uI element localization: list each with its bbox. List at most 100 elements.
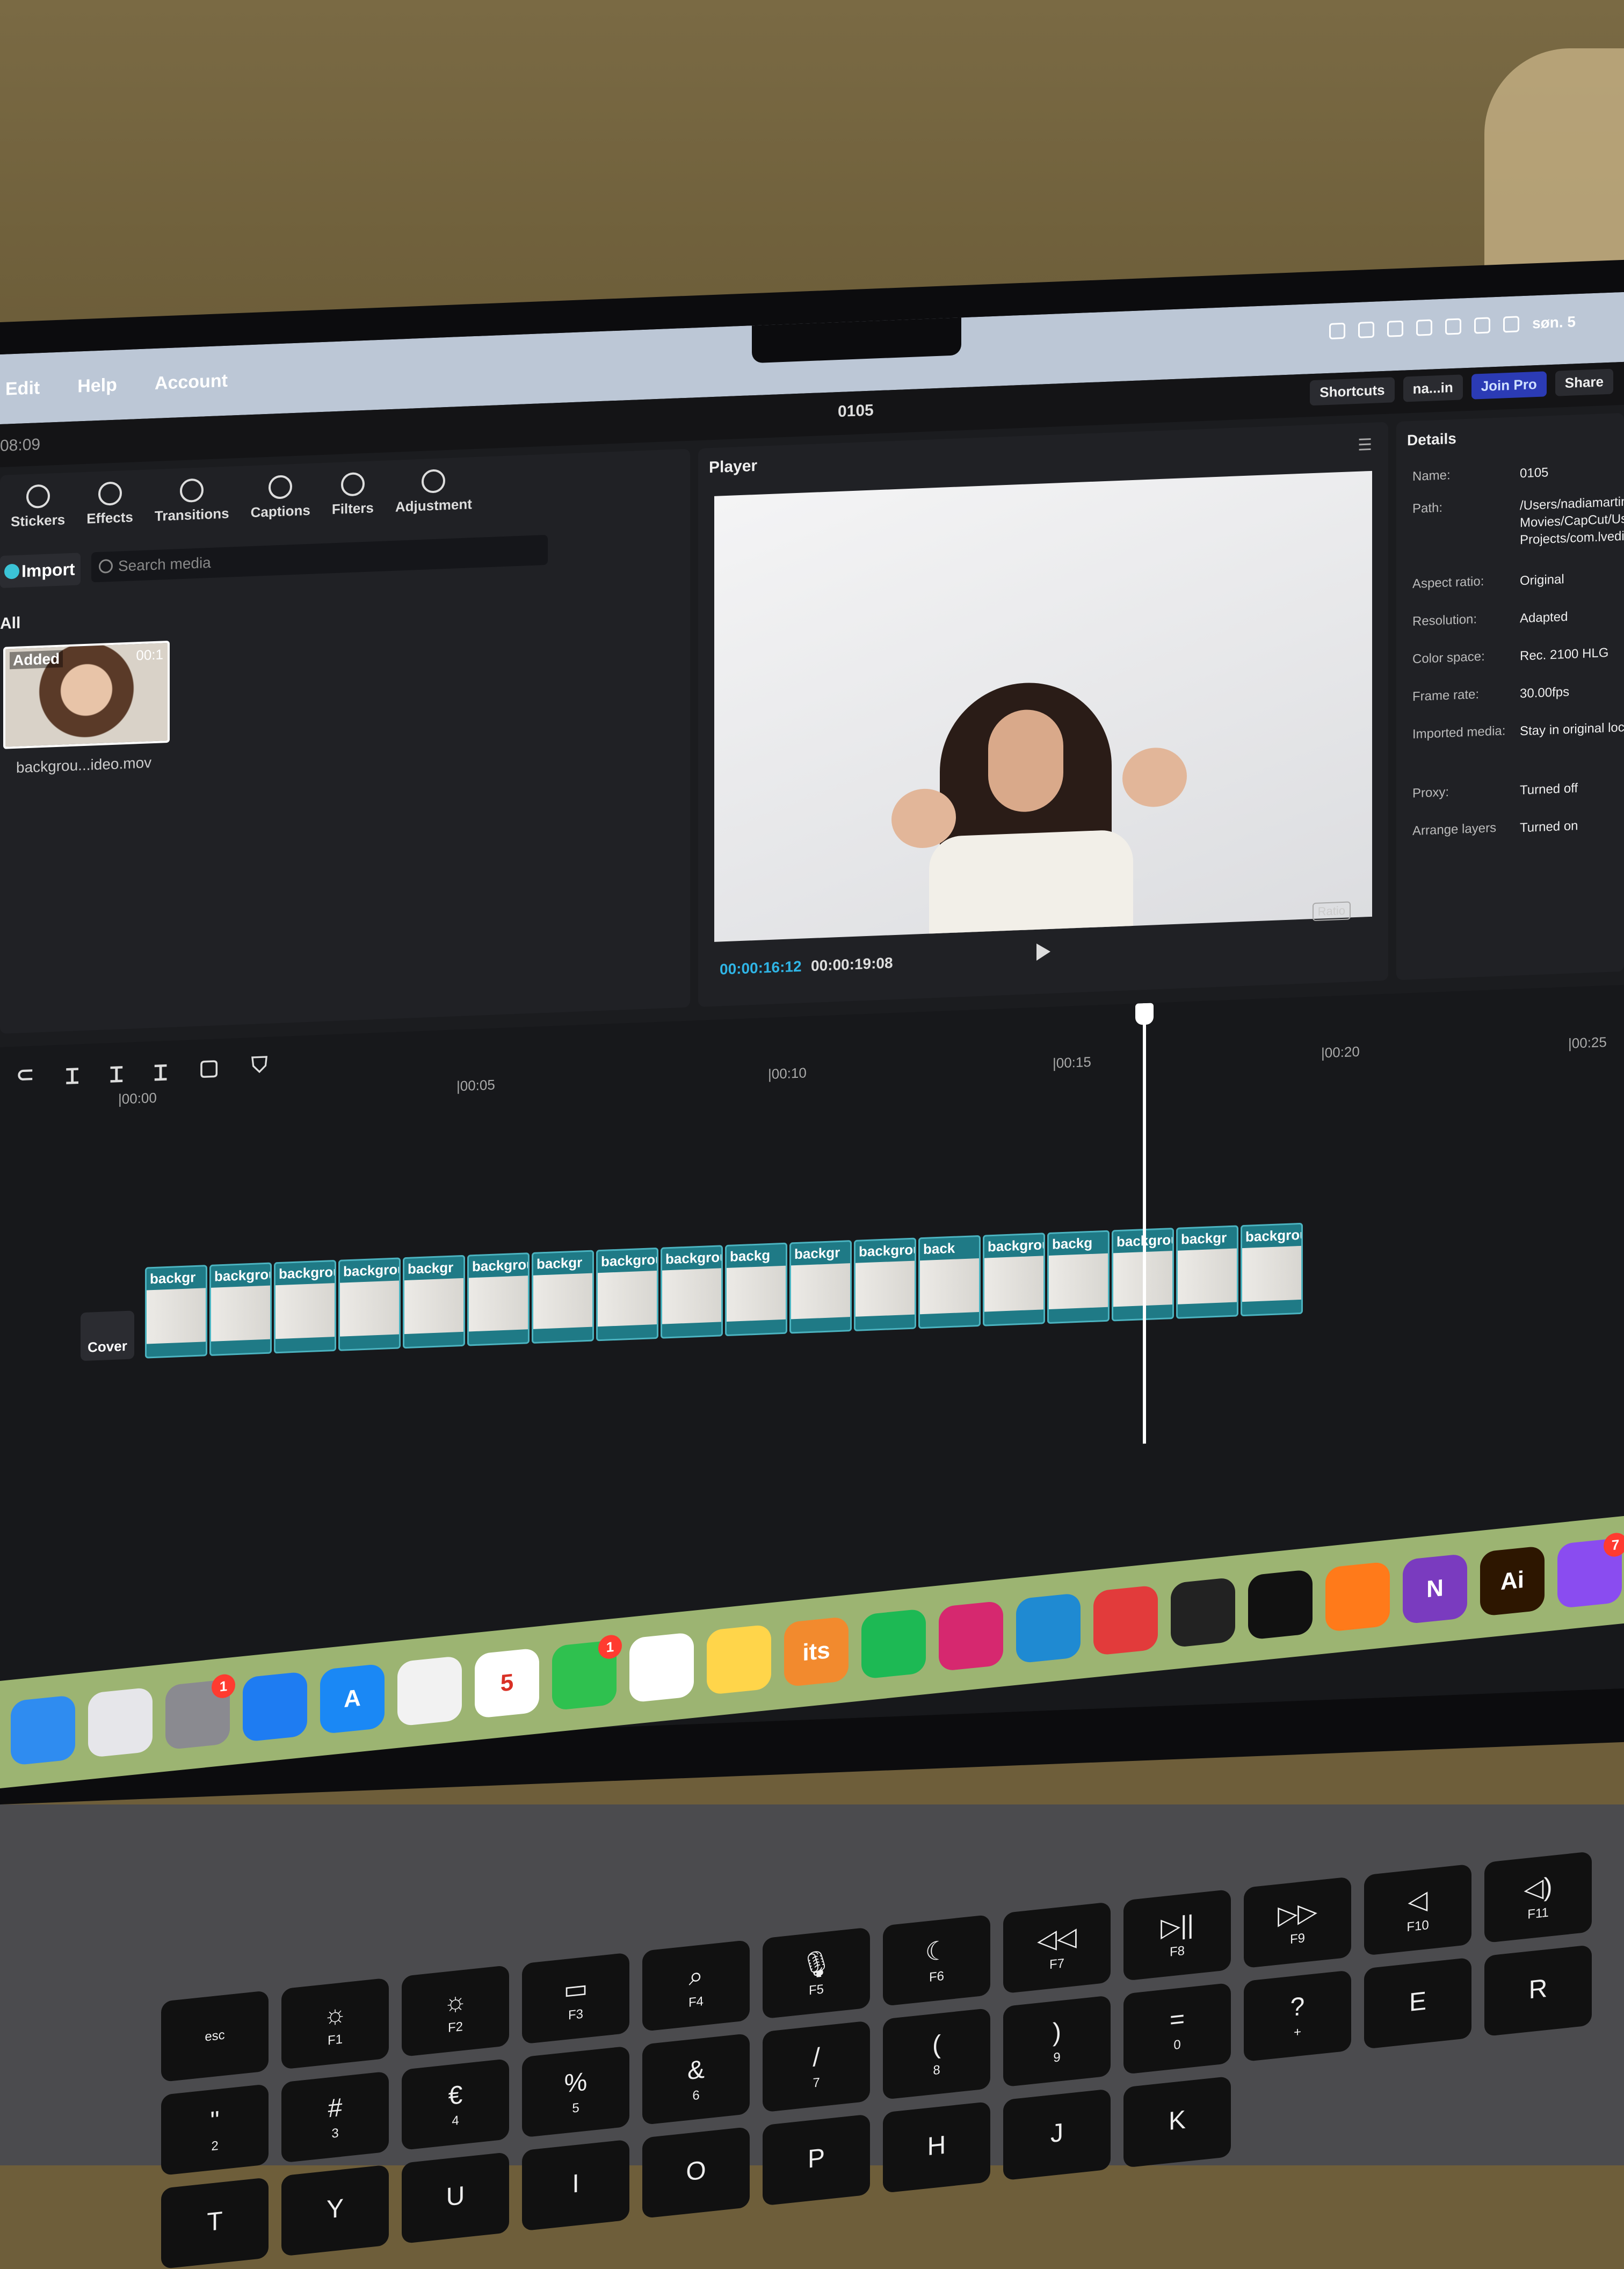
user-menu[interactable]: na...in — [1403, 374, 1463, 402]
tool-filters[interactable]: Filters — [332, 472, 374, 518]
keyboard-key[interactable]: ☼ F2 — [402, 1965, 509, 2057]
status-icon-2[interactable] — [1358, 321, 1375, 338]
keyboard-key[interactable]: ◁ F10 — [1364, 1864, 1471, 1956]
timeline-clip[interactable]: backgr — [789, 1240, 852, 1334]
keyboard-key[interactable]: ? + — [1244, 1970, 1351, 2062]
dock-app-onenote[interactable]: N — [1403, 1553, 1467, 1625]
keyboard-key[interactable]: I — [522, 2139, 629, 2231]
status-icon-3[interactable] — [1387, 320, 1404, 337]
undo-icon[interactable]: ⊂ — [16, 1062, 34, 1092]
control-center-icon[interactable] — [1503, 316, 1520, 333]
detail-value[interactable]: Turned on — [1520, 814, 1624, 837]
keyboard-key[interactable]: E — [1364, 1957, 1471, 2049]
split-left-icon[interactable]: Ɪ — [111, 1059, 122, 1089]
tool-stickers[interactable]: Stickers — [11, 483, 65, 530]
cover-button[interactable]: Cover — [81, 1310, 134, 1361]
keyboard-key[interactable]: ) 9 — [1003, 1995, 1111, 2087]
menu-help[interactable]: Help — [77, 374, 117, 397]
dock-app-app-store[interactable]: A — [320, 1663, 385, 1735]
keyboard-key[interactable]: P — [763, 2114, 870, 2206]
keyboard-key[interactable]: ▷|| F8 — [1123, 1889, 1231, 1981]
keyboard-key[interactable]: #3 — [281, 2071, 389, 2163]
dock-app-finder[interactable] — [11, 1694, 75, 1766]
dock-app-instagram[interactable] — [939, 1600, 1003, 1672]
timeline-clip[interactable]: backg — [1047, 1230, 1110, 1324]
timeline-clip[interactable]: backgroun — [209, 1262, 272, 1357]
timeline-clip[interactable]: backgr — [532, 1250, 594, 1344]
battery-icon[interactable] — [1416, 319, 1433, 336]
split-right-icon[interactable]: Ɪ — [155, 1057, 166, 1087]
dock-app-reminders[interactable] — [629, 1632, 694, 1703]
video-preview[interactable] — [714, 470, 1372, 942]
keyboard-key[interactable]: €4 — [402, 2058, 509, 2151]
dock-app-calendar[interactable]: 5 — [475, 1648, 539, 1719]
keyboard-key[interactable]: K — [1123, 2076, 1231, 2168]
keyboard-key[interactable]: ▷▷ F9 — [1244, 1876, 1351, 1969]
join-pro-button[interactable]: Join Pro — [1471, 371, 1547, 400]
keyboard-key[interactable]: ▭ F3 — [522, 1952, 629, 2045]
timeline-clip[interactable]: backgr — [1176, 1225, 1238, 1319]
timeline-clip[interactable]: background — [661, 1245, 723, 1339]
clock[interactable]: søn. 5 — [1532, 313, 1576, 332]
keyboard-key[interactable]: (8 — [883, 2007, 990, 2100]
tool-transitions[interactable]: Transitions — [155, 477, 229, 525]
timeline-clip[interactable]: backgroun — [596, 1247, 658, 1342]
timeline-clip[interactable]: backgr — [145, 1265, 207, 1359]
dock-app-launchpad[interactable] — [88, 1687, 153, 1758]
keyboard-key[interactable]: O — [642, 2126, 750, 2219]
timeline-clip[interactable]: background — [338, 1257, 401, 1351]
ratio-button[interactable]: Ratio — [1312, 901, 1351, 922]
menu-account[interactable]: Account — [155, 370, 228, 394]
dock-app-firefox[interactable] — [1325, 1561, 1390, 1633]
search-icon[interactable] — [1474, 317, 1491, 334]
dock-app-stats[interactable] — [1171, 1577, 1235, 1648]
dock-app-photos[interactable] — [397, 1655, 462, 1727]
timeline-clip[interactable]: background_ — [274, 1259, 336, 1354]
timeline-clip[interactable]: backg — [725, 1242, 787, 1337]
delete-icon[interactable]: ▢ — [199, 1055, 219, 1085]
keyboard-key[interactable]: /7 — [763, 2020, 870, 2113]
timeline-clip[interactable]: back — [918, 1235, 981, 1329]
menu-edit[interactable]: Edit — [5, 378, 40, 400]
keyboard-key[interactable]: U — [402, 2152, 509, 2244]
dock-app-system-settings[interactable]: 1 — [165, 1673, 235, 1750]
keyboard-key[interactable]: ◁) F11 — [1484, 1851, 1592, 1944]
keyboard-key[interactable]: = 0 — [1123, 1982, 1231, 2075]
split-icon[interactable]: Ɪ — [67, 1060, 78, 1090]
search-media-input[interactable]: Search media — [91, 534, 548, 583]
status-icon-1[interactable] — [1329, 322, 1346, 339]
timeline-clip[interactable]: background — [467, 1252, 530, 1346]
timeline-clip[interactable]: background_vic — [1241, 1222, 1303, 1317]
import-button[interactable]: Import — [0, 553, 81, 588]
keyboard-key[interactable]: Y — [281, 2164, 389, 2257]
timeline-clip[interactable]: backgr — [403, 1255, 465, 1349]
keyboard-key[interactable]: J — [1003, 2089, 1111, 2181]
playhead[interactable] — [1142, 1003, 1146, 1444]
keyboard-key[interactable]: 🎙 F5 — [763, 1927, 870, 2019]
media-thumbnail[interactable]: Added 00:1 — [3, 640, 170, 749]
dock-app-spotify[interactable] — [861, 1608, 926, 1680]
timeline-clip[interactable]: background_vide — [983, 1233, 1045, 1326]
detail-value[interactable]: Turned off — [1520, 777, 1624, 800]
timeline-clip[interactable]: background_v — [854, 1237, 916, 1331]
keyboard-key[interactable]: & 6 — [642, 2033, 750, 2125]
dock-app-safari[interactable] — [243, 1671, 307, 1743]
keyboard-key[interactable]: ☼ F1 — [281, 1977, 389, 2070]
dock-app-facetime[interactable]: 1 — [552, 1634, 622, 1711]
dock-app-illustrator[interactable]: Ai — [1480, 1545, 1545, 1617]
keyboard-key[interactable]: R — [1484, 1945, 1592, 2037]
keyboard-key[interactable]: T — [161, 2177, 269, 2269]
dock-app-messenger[interactable]: 7 — [1557, 1532, 1624, 1609]
keyboard-key[interactable]: " 2 — [161, 2084, 269, 2176]
dock-app-its[interactable]: its — [784, 1616, 849, 1687]
keyboard-key[interactable]: esc — [161, 1990, 269, 2083]
tool-adjustment[interactable]: Adjustment — [395, 468, 472, 515]
dock-app-notes[interactable] — [707, 1624, 771, 1695]
marker-icon[interactable]: ⛉ — [251, 1053, 267, 1083]
wifi-icon[interactable] — [1445, 318, 1462, 335]
keyboard-key[interactable]: ⌕ F4 — [642, 1939, 750, 2032]
keyboard-key[interactable]: H — [883, 2101, 990, 2193]
tool-effects[interactable]: Effects — [86, 481, 133, 527]
menu-icon[interactable]: ☰ — [1358, 436, 1372, 455]
media-filter-all[interactable]: All — [0, 614, 20, 633]
